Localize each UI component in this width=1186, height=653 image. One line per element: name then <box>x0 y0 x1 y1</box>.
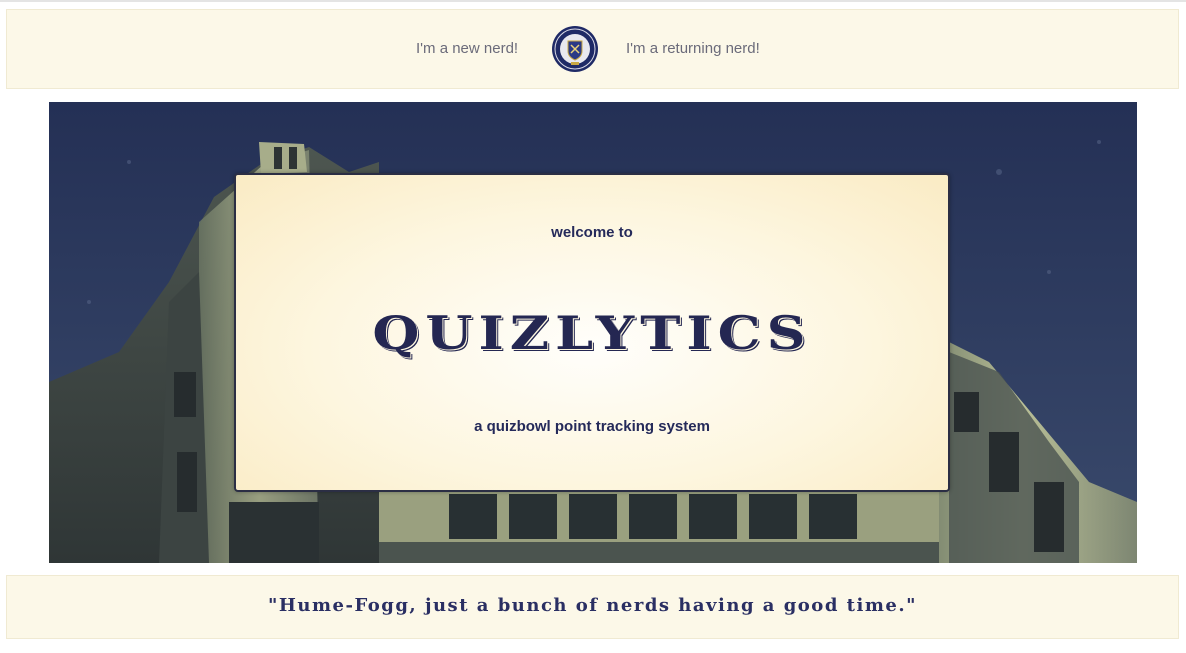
app-title: QUIZLYTICS <box>372 305 812 361</box>
top-nav: I'm a new nerd! I'm a returning nerd! <box>6 9 1179 89</box>
school-seal-icon[interactable] <box>551 25 599 73</box>
footer-banner: "Hume-Fogg, just a bunch of nerds having… <box>6 575 1179 639</box>
new-nerd-link[interactable]: I'm a new nerd! <box>416 40 518 57</box>
top-divider <box>0 0 1186 2</box>
app-subtitle: a quizbowl point tracking system <box>474 418 710 435</box>
welcome-text: welcome to <box>551 224 633 241</box>
welcome-card: welcome to QUIZLYTICS a quizbowl point t… <box>234 173 950 492</box>
footer-quote: "Hume-Fogg, just a bunch of nerds having… <box>268 595 917 616</box>
returning-nerd-link[interactable]: I'm a returning nerd! <box>626 40 760 57</box>
